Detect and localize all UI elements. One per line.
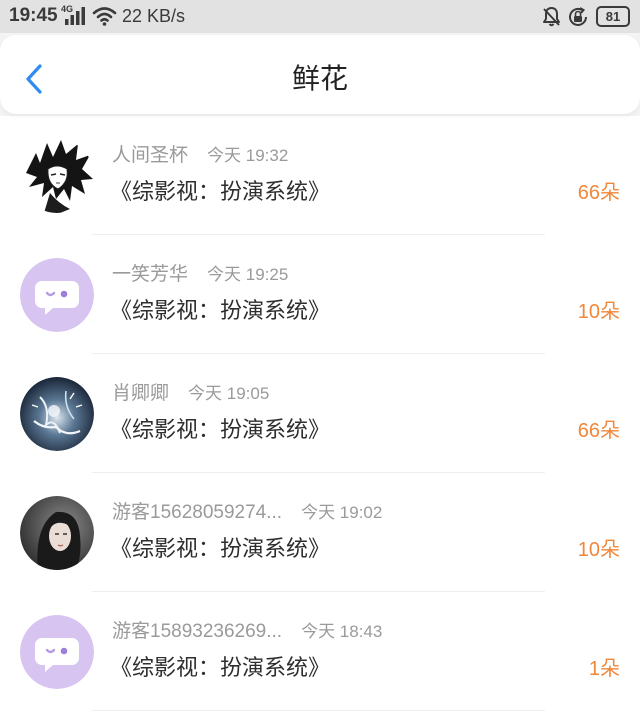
status-bar: 19:45 4G 22 KB/s 81 [0, 0, 640, 33]
notifications-off-icon [541, 6, 562, 27]
flower-count: 10朵 [577, 539, 620, 561]
row-meta: 人间圣杯 今天 19:32 [112, 145, 288, 167]
anime-character-avatar [20, 139, 94, 213]
signal-icon: 4G [61, 4, 89, 27]
flower-record-list: 人间圣杯 今天 19:32 《综影视：扮演系统》 66朵 一笑芳华 今天 19:25… [0, 116, 640, 722]
row-meta: 肖卿卿 今天 19:05 [112, 383, 269, 405]
network-speed: 22 KB/s [122, 6, 186, 26]
user-name: 人间圣杯 [112, 145, 189, 166]
user-avatar[interactable] [20, 139, 94, 213]
page-title: 鲜花 [291, 63, 348, 94]
user-name: 游客15628059274... [112, 502, 283, 523]
user-avatar[interactable] [20, 377, 94, 451]
flower-count: 1朵 [588, 658, 620, 680]
flower-record-row[interactable]: 肖卿卿 今天 19:05 《综影视：扮演系统》 66朵 [0, 354, 640, 473]
flower-record-row[interactable]: 游客15893236269... 今天 18:43 《综影视：扮演系统》 1朵 [0, 592, 640, 711]
battery-icon: 81 [596, 6, 630, 27]
flower-count: 66朵 [577, 182, 620, 204]
nav-header: 鲜花 [0, 35, 640, 114]
photo-avatar [20, 496, 94, 570]
gift-time: 今天 19:32 [207, 146, 289, 165]
header-area: 鲜花 [0, 33, 640, 116]
user-name: 一笑芳华 [112, 264, 189, 285]
row-meta: 一笑芳华 今天 19:25 [112, 264, 288, 286]
network-type: 4G [61, 4, 74, 14]
gift-time: 今天 18:43 [301, 622, 383, 641]
book-title: 《综影视：扮演系统》 [110, 536, 331, 561]
flower-count: 10朵 [577, 301, 620, 323]
status-time: 19:45 [9, 5, 58, 26]
row-meta: 游客15893236269... 今天 18:43 [112, 621, 382, 643]
book-title: 《综影视：扮演系统》 [110, 179, 331, 204]
flower-record-row[interactable]: 人间圣杯 今天 19:32 《综影视：扮演系统》 66朵 [0, 116, 640, 235]
user-avatar[interactable] [20, 496, 94, 570]
wifi-icon [92, 6, 117, 26]
rotation-lock-icon [567, 6, 589, 28]
default-chat-avatar [20, 258, 94, 332]
gift-time: 今天 19:25 [207, 265, 289, 284]
row-meta: 游客15628059274... 今天 19:02 [112, 502, 382, 524]
user-avatar[interactable] [20, 258, 94, 332]
gift-time: 今天 19:02 [301, 503, 383, 522]
default-chat-avatar [20, 615, 94, 689]
flower-record-row[interactable]: 游客15628059274... 今天 19:02 《综影视：扮演系统》 10朵 [0, 473, 640, 592]
flower-count: 66朵 [577, 420, 620, 442]
gift-time: 今天 19:05 [188, 384, 270, 403]
flower-record-row[interactable]: 一笑芳华 今天 19:25 《综影视：扮演系统》 10朵 [0, 235, 640, 354]
user-name: 游客15893236269... [112, 621, 283, 642]
user-avatar[interactable] [20, 615, 94, 689]
book-title: 《综影视：扮演系统》 [110, 298, 331, 323]
user-name: 肖卿卿 [112, 383, 170, 404]
book-title: 《综影视：扮演系统》 [110, 655, 331, 680]
illustration-avatar [20, 377, 94, 451]
book-title: 《综影视：扮演系统》 [110, 417, 331, 442]
row-divider [92, 710, 545, 711]
